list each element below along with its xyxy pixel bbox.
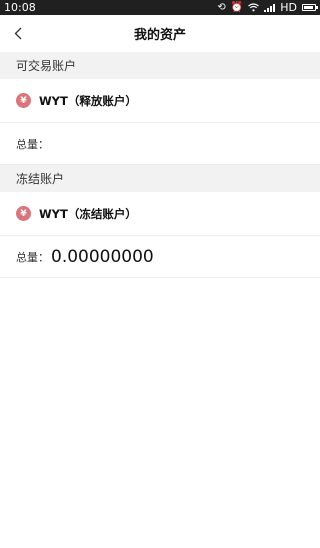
section-header-tradable: 可交易账户: [0, 52, 320, 79]
asset-name: WYT（释放账户）: [39, 93, 137, 108]
page-title: 我的资产: [133, 28, 186, 43]
signal-icon: [264, 3, 276, 12]
status-time: 10:08: [4, 1, 36, 14]
wifi-icon: [248, 3, 260, 12]
section-title: 冻结账户: [16, 172, 65, 186]
section-title: 可交易账户: [16, 59, 77, 73]
rotation-lock-icon: ⟲: [217, 1, 226, 13]
back-button[interactable]: [8, 15, 28, 52]
total-label: 总量：: [16, 137, 49, 151]
total-row-frozen: 总量： 0.00000000: [0, 236, 320, 278]
status-bar: 10:08 ⟲ ⏰ HD: [0, 0, 320, 15]
total-label: 总量：: [16, 250, 49, 264]
yen-icon: ¥: [16, 206, 31, 221]
asset-row-frozen[interactable]: ¥ WYT（冻结账户）: [0, 192, 320, 236]
yen-icon: ¥: [16, 93, 31, 108]
nav-bar: 我的资产: [0, 15, 320, 52]
total-row-tradable: 总量：: [0, 123, 320, 165]
asset-name: WYT（冻结账户）: [39, 206, 137, 221]
network-type: HD: [280, 1, 297, 14]
battery-icon: [302, 4, 318, 11]
status-icons: ⟲ ⏰ HD: [217, 1, 318, 14]
alarm-icon: ⏰: [230, 1, 244, 13]
section-header-frozen: 冻结账户: [0, 165, 320, 192]
chevron-left-icon: [14, 27, 22, 40]
total-value: 0.00000000: [51, 246, 154, 267]
asset-row-release[interactable]: ¥ WYT（释放账户）: [0, 79, 320, 123]
